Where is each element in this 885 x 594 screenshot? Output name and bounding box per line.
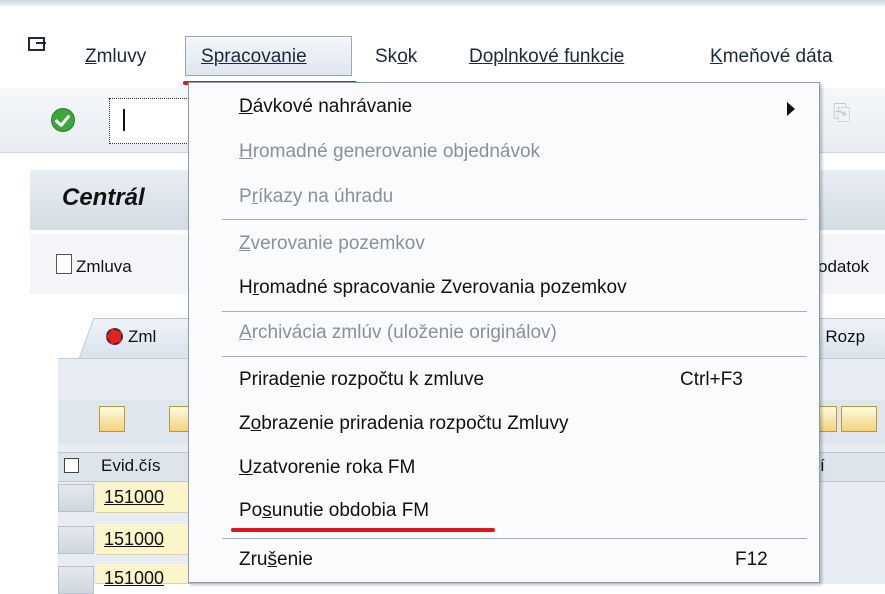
zmluva-button[interactable]: Zmluva [76, 257, 132, 277]
menu-item-zrusenie[interactable]: Zrušenie [239, 549, 313, 571]
menu-item-zobrazenie-priradenia[interactable]: Zobrazenie priradenia rozpočtu Zmluvy [239, 413, 569, 435]
command-field[interactable] [109, 98, 189, 144]
shortcut-f12: F12 [735, 549, 768, 570]
menu-separator [222, 311, 807, 312]
enter-check-icon[interactable] [51, 108, 75, 132]
menu-separator [222, 538, 807, 539]
menu-kmenove-data[interactable]: Kmeňové dáta [710, 46, 833, 68]
tab-label-rozpocet: - Rozp [815, 327, 866, 346]
annotation-underline-item [231, 528, 495, 532]
grid-layout-icon[interactable] [841, 406, 877, 432]
menu-separator [222, 219, 807, 220]
menu-item-prikazy-na-uhradu: Príkazy na úhradu [239, 186, 394, 207]
menu-item-archivacia-zmluv: Archivácia zmlúv (uloženie originálov) [239, 322, 557, 343]
select-all-icon[interactable] [64, 458, 79, 473]
toolbar-icon-right[interactable]: ⎘ [833, 100, 851, 126]
menu-item-zverovanie-pozemkov: Zverovanie pozemkov [239, 233, 425, 254]
menu-skok[interactable]: Skok [375, 46, 417, 68]
menu-item-priradenie-rozpoctu[interactable]: Priradenie rozpočtu k zmluve [239, 369, 484, 391]
menu-separator [222, 356, 807, 357]
grid-filter-icon[interactable] [817, 406, 837, 432]
menu-spracovanie[interactable]: Spracovanie [201, 46, 307, 68]
menu-item-uzatvorenie-roka[interactable]: Uzatvorenie roka FM [239, 457, 415, 479]
submenu-arrow-icon [787, 102, 795, 116]
document-icon [56, 254, 72, 274]
grid-details-icon[interactable] [99, 406, 125, 432]
column-header-evid[interactable]: Evid.čís [101, 456, 161, 476]
page-title: Centrál [62, 184, 145, 211]
row-evid-link[interactable]: 151000 [104, 487, 164, 508]
row-selector[interactable] [58, 484, 94, 512]
menu-item-hromadne-spracovanie[interactable]: Hromadné spracovanie Zverovania pozemkov [239, 277, 627, 299]
row-selector[interactable] [58, 526, 94, 554]
row-evid-link[interactable]: 151000 [104, 529, 164, 550]
menu-doplnkove-funkcie[interactable]: Doplnkové funkcie [469, 46, 624, 68]
tab-label-zmluvy: Zml [128, 327, 157, 346]
column-header-right[interactable]: í [820, 456, 825, 476]
status-red-icon [106, 328, 123, 345]
menu-item-posunutie-obdobia[interactable]: Posunutie obdobia FM [239, 500, 429, 522]
dodatok-button[interactable]: odatok [818, 257, 869, 277]
row-evid-link[interactable]: 151000 [104, 568, 164, 589]
menu-icon-arrow [36, 42, 46, 44]
menu-zmluvy[interactable]: Zmluvy [85, 46, 146, 68]
row-selector[interactable] [58, 566, 94, 594]
menu-icon[interactable] [28, 37, 45, 51]
menu-item-davkove-nahravanie[interactable]: Dávkové nahrávanie [239, 96, 412, 118]
shortcut-ctrl-f3: Ctrl+F3 [680, 369, 743, 390]
menu-item-hromadne-generovanie: Hromadné generovanie objednávok [239, 141, 541, 162]
